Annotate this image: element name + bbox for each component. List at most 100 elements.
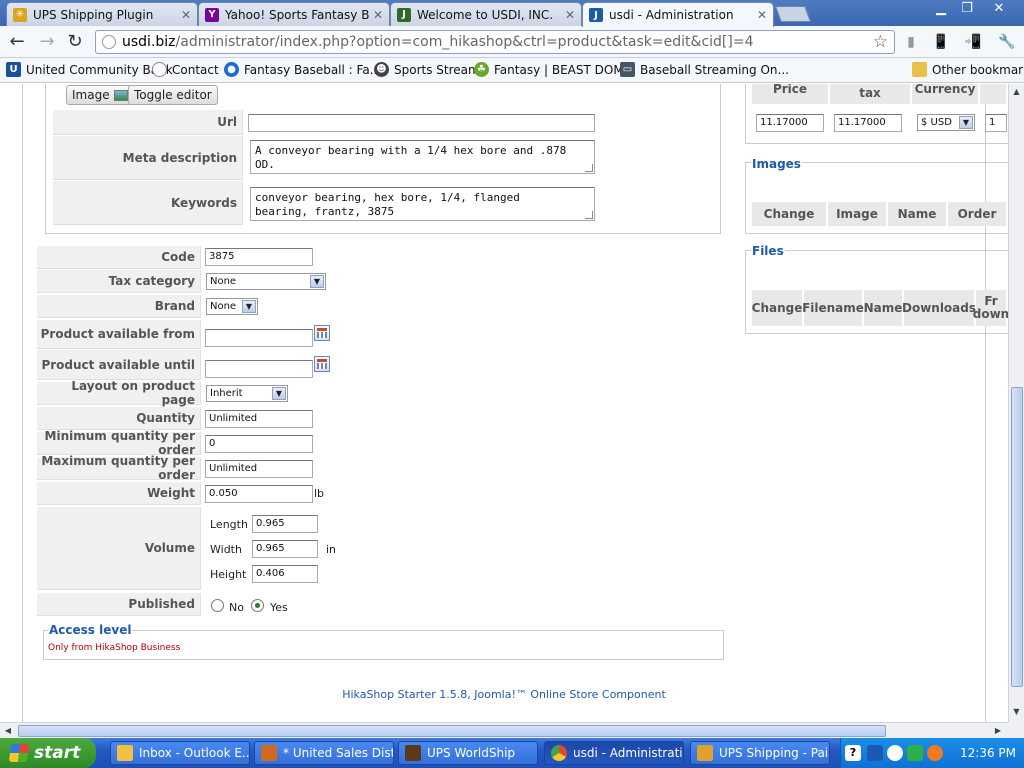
horizontal-scrollbar[interactable]: ◀ ▶ [0, 722, 1008, 738]
signal-bars-icon[interactable]: ▮ [902, 33, 920, 51]
currency-column-header: Currency [912, 84, 980, 104]
layout-label: Layout on product page [37, 379, 201, 407]
bookmark-other-bookmarks[interactable]: Other bookmarks [912, 62, 1024, 77]
published-no-radio[interactable] [211, 599, 224, 612]
width-label: Width [210, 543, 242, 556]
vertical-scrollbar[interactable]: ▲ ▼ [1008, 84, 1024, 722]
length-input[interactable]: 0.965 [252, 515, 318, 533]
close-icon[interactable]: ✕ [757, 8, 767, 22]
scroll-right-arrow-icon[interactable]: ▶ [990, 723, 1006, 738]
price-with-tax-input[interactable]: 11.17000 [834, 114, 902, 132]
url-input[interactable] [248, 114, 595, 132]
tax-category-select[interactable]: None ▼ [206, 273, 326, 290]
calendar-icon[interactable] [314, 356, 330, 372]
horizontal-scroll-thumb[interactable] [18, 725, 886, 737]
quantity-label: Quantity [37, 407, 201, 430]
phone-forward-extension-icon[interactable]: 📲 [964, 33, 982, 51]
volume-unit: in [326, 543, 337, 556]
meta-description-textarea[interactable]: A conveyor bearing with a 1/4 hex bore a… [250, 140, 595, 174]
resize-grip-icon[interactable] [585, 211, 593, 219]
tab-welcome-usdi[interactable]: J Welcome to USDI, INC. ✕ [390, 2, 582, 26]
address-bar[interactable]: usdi.biz/administrator/index.php?option=… [95, 30, 895, 54]
task-ups-worldship[interactable]: UPS WorldShip [398, 741, 538, 765]
scroll-down-arrow-icon[interactable]: ▼ [1009, 704, 1024, 720]
images-header-name: Name [888, 202, 948, 226]
hikashop-footer-link[interactable]: HikaShop Starter 1.5.8, Joomla!™ Online … [0, 688, 1008, 701]
weight-label: Weight [37, 482, 201, 505]
published-yes-radio[interactable] [251, 599, 264, 612]
window-close-icon[interactable]: ✕ [984, 0, 1014, 18]
network-icon[interactable] [867, 745, 883, 761]
quantity-input[interactable]: Unlimited [205, 410, 313, 428]
close-icon[interactable]: ✕ [565, 8, 575, 22]
tab-strip: ✳ UPS Shipping Plugin ✕ Y Yahoo! Sports … [0, 0, 1024, 27]
task-usdi-administration[interactable]: usdi - Administrati... [544, 741, 684, 765]
layout-select[interactable]: Inherit ▼ [206, 385, 288, 402]
toggle-editor-button[interactable]: Toggle editor [128, 85, 218, 105]
images-header-change: Change [752, 202, 828, 226]
width-input[interactable]: 0.965 [252, 540, 318, 558]
image-button[interactable]: Image [66, 85, 134, 105]
code-input[interactable]: 3875 [205, 248, 313, 266]
currency-select[interactable]: $ USD ▼ [917, 114, 975, 131]
vertical-scroll-thumb[interactable] [1011, 387, 1023, 687]
scroll-left-arrow-icon[interactable]: ◀ [0, 723, 16, 738]
files-legend: Files [751, 244, 785, 258]
minimize-icon[interactable]: ▁ [928, 0, 954, 18]
resize-grip-icon[interactable] [585, 164, 593, 172]
security-icon[interactable] [907, 745, 923, 761]
paint-icon [697, 745, 713, 761]
bookmark-star-icon[interactable]: ☆ [873, 32, 888, 52]
ups-shield-icon [405, 745, 421, 761]
price-with-tax-column-header: tax [830, 84, 912, 104]
new-tab-button[interactable] [775, 6, 811, 22]
reload-icon[interactable]: ↻ [64, 31, 86, 53]
wrench-icon[interactable]: 🔧 [998, 33, 1016, 51]
task-ups-shipping-paint[interactable]: UPS Shipping - Paint [690, 741, 830, 765]
clock-sync-icon[interactable] [887, 745, 903, 761]
bookmark-beast-dome[interactable]: ☘ Fantasy | BEAST DOME [474, 62, 631, 77]
bookmark-label: Fantasy Baseball : Fa... [244, 62, 382, 77]
tab-yahoo-sports[interactable]: Y Yahoo! Sports Fantasy Baseb ✕ [198, 2, 390, 26]
bookmark-fantasy-baseball[interactable]: ● Fantasy Baseball : Fa... [224, 62, 381, 77]
tab-ups-shipping-plugin[interactable]: ✳ UPS Shipping Plugin ✕ [6, 2, 198, 26]
available-until-input[interactable] [205, 360, 313, 378]
task-united-sales[interactable]: * United Sales Dist... [254, 741, 394, 765]
tab-usdi-administration[interactable]: J usdi - Administration ✕ [582, 2, 774, 27]
bookmark-baseball-streaming[interactable]: ▭ Baseball Streaming On... [620, 62, 789, 77]
joomla-favicon-icon: J [589, 8, 603, 22]
tab-label: Welcome to USDI, INC. [417, 7, 554, 22]
help-icon[interactable]: ? [845, 745, 861, 761]
height-input[interactable]: 0.406 [252, 565, 318, 583]
bookmark-united-community-bank[interactable]: U United Community Bank [6, 62, 173, 77]
page-viewport: Image Toggle editor Url Meta description… [0, 84, 1008, 722]
price-min-quantity-input[interactable]: 1 [985, 114, 1007, 132]
url-label: Url [53, 110, 243, 135]
leaf-icon: ☘ [474, 62, 489, 77]
start-button[interactable]: start [0, 738, 96, 768]
bookmark-contact[interactable]: Contact [152, 62, 219, 77]
task-outlook[interactable]: Inbox - Outlook E... [110, 741, 250, 765]
close-icon[interactable]: ✕ [373, 8, 383, 22]
keywords-textarea[interactable]: conveyor bearing, hex bore, 1/4, flanged… [250, 187, 595, 221]
available-from-input[interactable] [205, 329, 313, 347]
forward-arrow-icon[interactable]: → [36, 31, 58, 53]
close-icon[interactable]: ✕ [181, 8, 191, 22]
price-input[interactable]: 11.17000 [756, 114, 824, 132]
restore-icon[interactable]: ❐ [954, 0, 980, 18]
tab-label: UPS Shipping Plugin [33, 7, 154, 22]
brand-select[interactable]: None ▼ [206, 298, 258, 315]
weight-input[interactable]: 0.050 [205, 485, 313, 503]
volume-label: Volume [37, 507, 201, 590]
update-icon[interactable] [927, 745, 943, 761]
scroll-up-arrow-icon[interactable]: ▲ [1009, 84, 1024, 100]
calendar-icon[interactable] [314, 325, 330, 341]
back-arrow-icon[interactable]: ← [6, 31, 28, 53]
phone-extension-icon[interactable]: 📱 [932, 33, 950, 51]
max-quantity-input[interactable]: Unlimited [205, 460, 313, 478]
min-quantity-input[interactable]: 0 [205, 435, 313, 453]
product-available-from-label: Product available from [37, 320, 201, 349]
bookmark-sports-stream[interactable]: ☻ Sports Stream [374, 62, 480, 77]
weight-unit: lb [314, 487, 325, 500]
taskbar-clock: 12:36 PM [960, 746, 1016, 760]
